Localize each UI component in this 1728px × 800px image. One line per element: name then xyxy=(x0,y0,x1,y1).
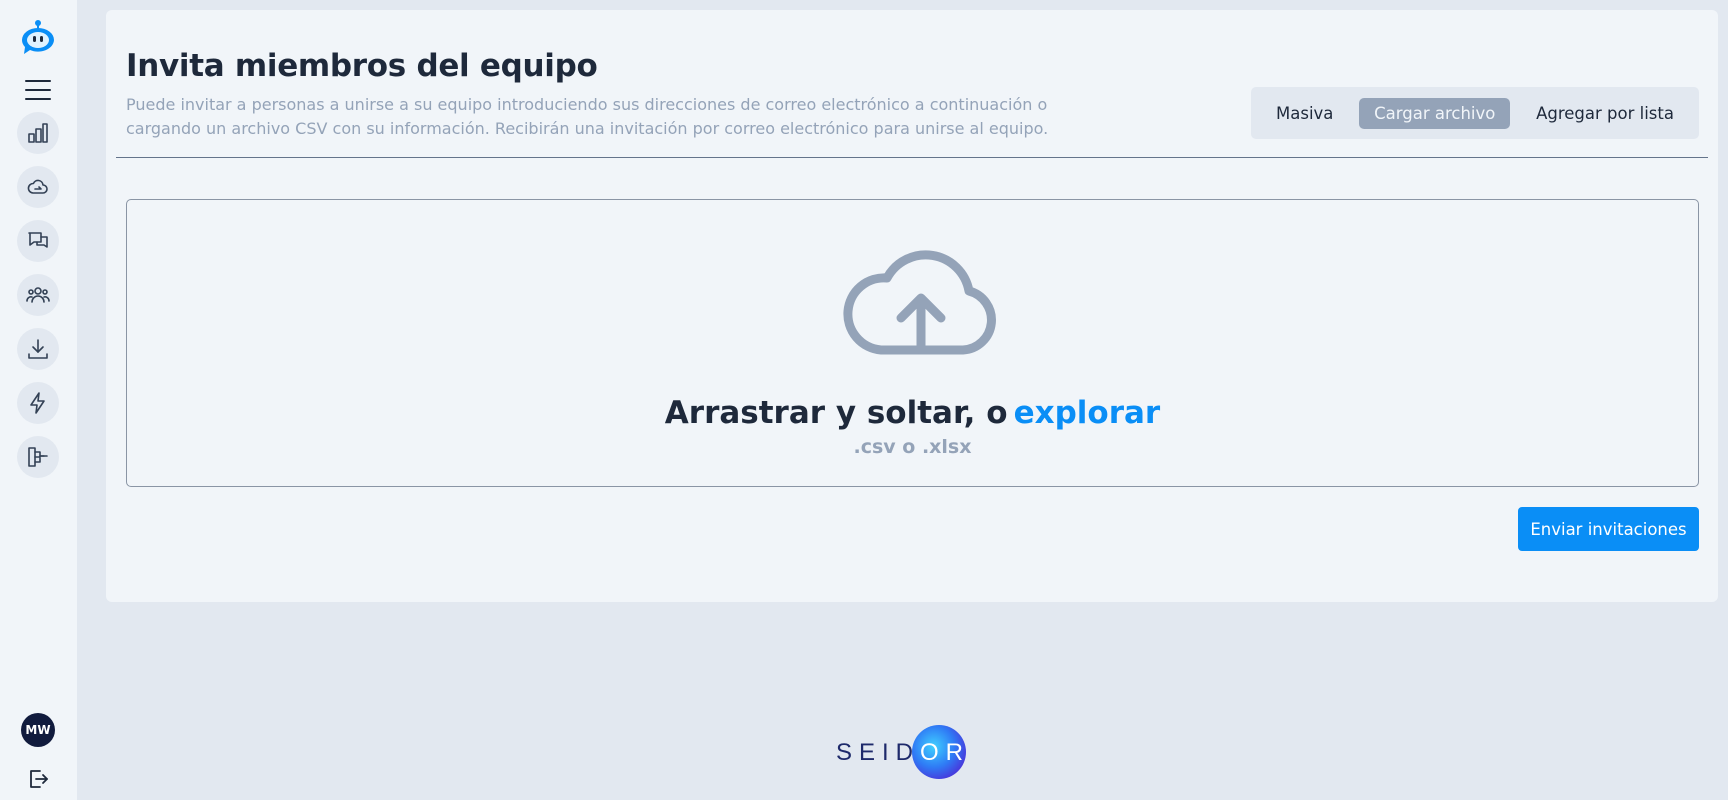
tab-masiva[interactable]: Masiva xyxy=(1261,98,1348,129)
seidor-logo: SEIDOR xyxy=(836,720,986,782)
chat-icon xyxy=(28,232,48,248)
browse-link[interactable]: explorar xyxy=(1014,395,1161,431)
nav-lightning-button[interactable] xyxy=(17,382,59,424)
send-invitations-button[interactable]: Enviar invitaciones xyxy=(1518,507,1699,551)
logout-icon xyxy=(30,770,48,788)
nav-bar-chart-button[interactable] xyxy=(17,112,59,154)
bar-chart-icon xyxy=(28,123,48,143)
cloud-upload-icon xyxy=(843,246,999,356)
page-description: Puede invitar a personas a unirse a su e… xyxy=(126,95,1049,138)
invite-card: Invita miembros del equipo Puede invitar… xyxy=(106,10,1718,602)
file-dropzone[interactable]: Arrastrar y soltar, o explorar .csv o .xl… xyxy=(126,199,1699,487)
user-avatar[interactable]: MW xyxy=(21,713,55,747)
flow-icon xyxy=(28,447,48,467)
brand-main: SEID xyxy=(836,739,921,766)
nav-chat-button[interactable] xyxy=(17,220,59,262)
tab-cargar-archivo[interactable]: Cargar archivo xyxy=(1359,97,1511,129)
page-title: Invita miembros del equipo xyxy=(126,48,598,84)
dropzone-prompt-text: Arrastrar y soltar, o xyxy=(664,395,1008,431)
nav-cloud-button[interactable] xyxy=(17,166,59,208)
cloud-icon xyxy=(27,179,48,194)
logout-button[interactable] xyxy=(26,767,50,791)
divider xyxy=(116,157,1708,158)
avatar-initials: MW xyxy=(25,723,51,737)
accepted-formats: .csv o .xlsx xyxy=(853,436,972,458)
dropzone-prompt: Arrastrar y soltar, o explorar xyxy=(127,395,1698,431)
sidebar: MW xyxy=(0,0,77,800)
upload-mode-tabs: Masiva Cargar archivo Agregar por lista xyxy=(1251,87,1699,139)
nav-users-button[interactable] xyxy=(17,274,59,316)
tab-agregar-por-lista[interactable]: Agregar por lista xyxy=(1521,98,1689,129)
brand-accent: OR xyxy=(920,739,971,766)
menu-icon[interactable] xyxy=(25,80,51,100)
lightning-icon xyxy=(30,392,45,414)
brand-text: SEIDOR xyxy=(836,739,970,767)
bot-logo-icon[interactable] xyxy=(18,19,58,57)
download-icon xyxy=(28,339,48,359)
users-icon xyxy=(26,287,50,303)
nav-flow-button[interactable] xyxy=(17,436,59,478)
nav-download-button[interactable] xyxy=(17,328,59,370)
